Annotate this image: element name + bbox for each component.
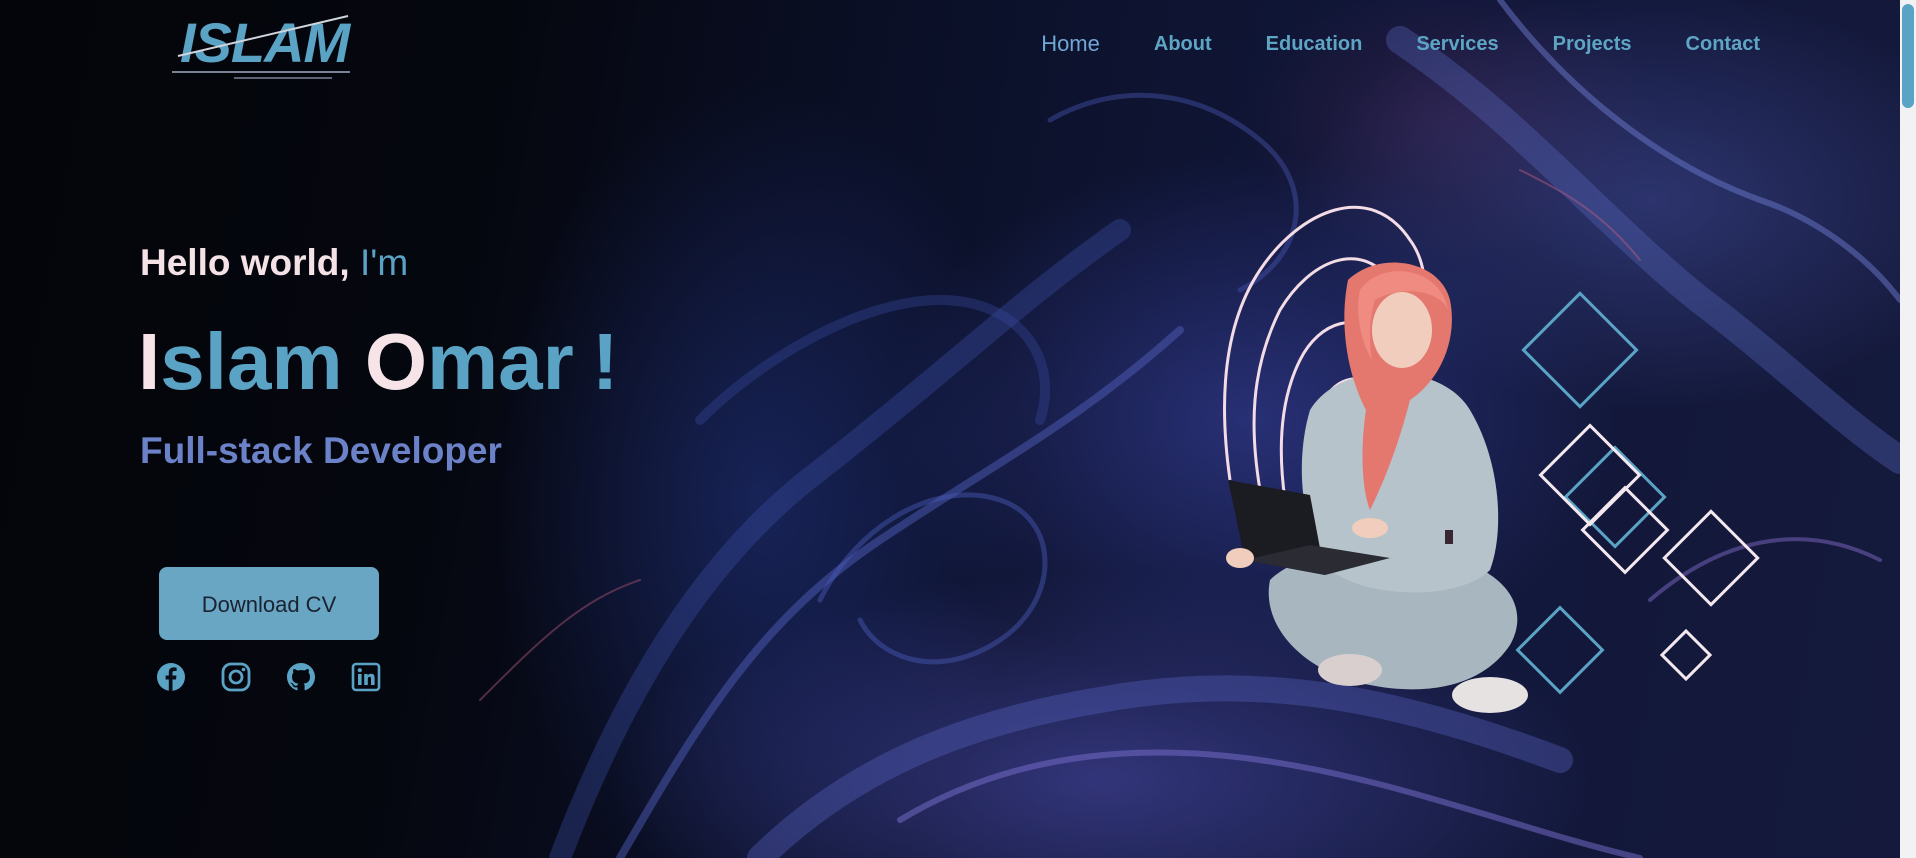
hero-greeting: Hello world, I'm	[140, 242, 408, 284]
nav-education[interactable]: Education	[1266, 28, 1363, 60]
name-last-initial: O	[364, 317, 428, 406]
instagram-icon[interactable]	[219, 660, 253, 694]
greeting-text: Hello world,	[140, 242, 360, 283]
site-logo[interactable]: ISLAM	[172, 10, 354, 82]
blue-diamonds	[1515, 291, 1667, 695]
name-first-rest: slam	[160, 317, 343, 406]
page-scrollbar[interactable]	[1900, 0, 1916, 858]
social-links	[154, 660, 414, 694]
hero-illustration	[1222, 205, 1760, 713]
name-last-rest: mar	[427, 317, 574, 406]
nav-services[interactable]: Services	[1416, 28, 1498, 60]
name-first-initial: I	[138, 317, 161, 406]
hero-name: Islam Omar!	[138, 312, 618, 412]
linkedin-icon[interactable]	[349, 660, 383, 694]
scrollbar-thumb[interactable]	[1902, 4, 1914, 108]
greeting-accent: I'm	[359, 242, 409, 283]
nav-home[interactable]: Home	[1041, 28, 1100, 60]
logo-strike-lines	[172, 15, 350, 79]
nav-contact[interactable]: Contact	[1686, 28, 1760, 60]
github-icon[interactable]	[284, 660, 318, 694]
nav-projects[interactable]: Projects	[1553, 28, 1632, 60]
nav-about[interactable]: About	[1154, 28, 1212, 60]
download-cv-button[interactable]: Download CV	[159, 567, 379, 640]
white-diamonds	[1538, 423, 1760, 682]
main-nav: Home About Education Services Projects C…	[987, 28, 1760, 60]
hero-role: Full-stack Developer	[140, 430, 502, 471]
facebook-icon[interactable]	[154, 660, 188, 694]
name-exclaim: !	[591, 317, 619, 406]
